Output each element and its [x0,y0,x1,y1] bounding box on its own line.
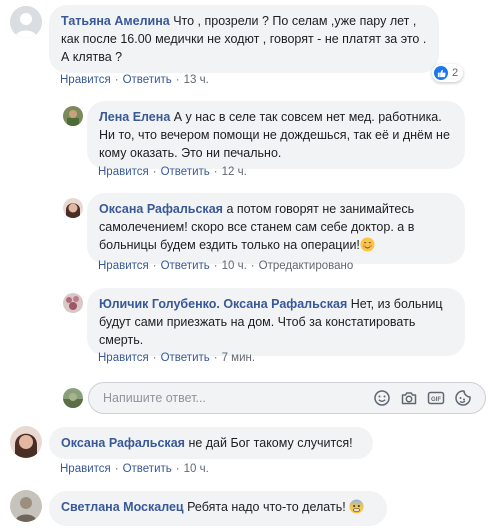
comment-author[interactable]: Татьяна Амелина [61,14,170,28]
reaction-summary[interactable]: 2 [432,64,464,82]
reply-link[interactable]: Ответить [123,463,172,475]
like-link[interactable]: Нравится [98,352,149,364]
reply-input-box: GIF [88,382,486,414]
comment-author[interactable]: Лена Елена [99,110,170,124]
timestamp[interactable]: 13 ч. [184,74,209,86]
comment-bubble: Юличик Голубенко. Оксана Рафальская Нет,… [87,288,465,356]
like-link[interactable]: Нравится [60,74,111,86]
comment-actions: Нравится · Ответить · 13 ч. [60,74,209,86]
avatar[interactable] [10,6,42,38]
avatar[interactable] [10,490,42,522]
svg-text:GIF: GIF [431,397,441,403]
reply-link[interactable]: Ответить [161,260,210,272]
comment-bubble: Светлана Москалец Ребята надо что-то дел… [49,491,387,526]
comment-author[interactable]: Светлана Москалец [61,500,184,514]
anxious-face-emoji-icon [349,499,364,519]
comment-bubble: Татьяна Амелина Что , прозрели ? По села… [49,5,439,73]
current-user-avatar [63,388,83,408]
default-avatar-icon [10,6,42,38]
like-link[interactable]: Нравится [98,260,149,272]
timestamp[interactable]: 12 ч. [222,166,247,178]
reply-link[interactable]: Ответить [161,166,210,178]
comment-bubble: Лена Елена А у нас в селе так совсем нет… [87,101,465,169]
avatar-photo-icon [10,490,42,522]
reply-link[interactable]: Ответить [123,74,172,86]
comment-author[interactable]: Юличик Голубенко. [99,297,220,311]
comment-author[interactable]: Оксана Рафальская [61,436,185,450]
avatar-photo-icon [63,388,83,408]
comment-text: Ребята надо что-то делать! [187,500,346,514]
reaction-count: 2 [452,67,459,79]
reply-input[interactable] [101,390,355,406]
edited-label[interactable]: Отредактировано [259,260,354,272]
comment-actions: Нравится · Ответить · 10 ч. · Отредактировано [98,260,354,272]
mention-link[interactable]: Оксана Рафальская [223,297,347,311]
timestamp[interactable]: 10 ч. [222,260,247,272]
avatar-photo-icon [63,293,83,313]
like-link[interactable]: Нравится [98,166,149,178]
timestamp[interactable]: 7 мин. [222,352,255,364]
reply-link[interactable]: Ответить [161,352,210,364]
like-reaction-icon [434,66,448,80]
comment-bubble: Оксана Рафальская а потом говорят не зан… [87,193,465,264]
comment-actions: Нравится · Ответить · 10 ч. [60,463,209,475]
blushing-smile-emoji-icon [360,237,375,257]
avatar-photo-icon [10,426,42,458]
comment-actions: Нравится · Ответить · 12 ч. [98,166,247,178]
camera-icon[interactable] [400,389,418,407]
emoji-icon[interactable] [373,389,391,407]
avatar[interactable] [10,426,42,458]
avatar[interactable] [63,106,83,126]
avatar-photo-icon [63,198,83,218]
avatar-photo-icon [63,106,83,126]
comment-actions: Нравится · Ответить · 7 мин. [98,352,256,364]
gif-icon[interactable]: GIF [427,389,445,407]
timestamp[interactable]: 10 ч. [184,463,209,475]
avatar[interactable] [63,198,83,218]
comment-author[interactable]: Оксана Рафальская [99,202,223,216]
comment-text: не дай Бог такому случится! [188,436,353,450]
avatar[interactable] [63,293,83,313]
like-link[interactable]: Нравится [60,463,111,475]
comment-bubble: Оксана Рафальская не дай Бог такому случ… [49,427,373,459]
sticker-icon[interactable] [454,389,472,407]
